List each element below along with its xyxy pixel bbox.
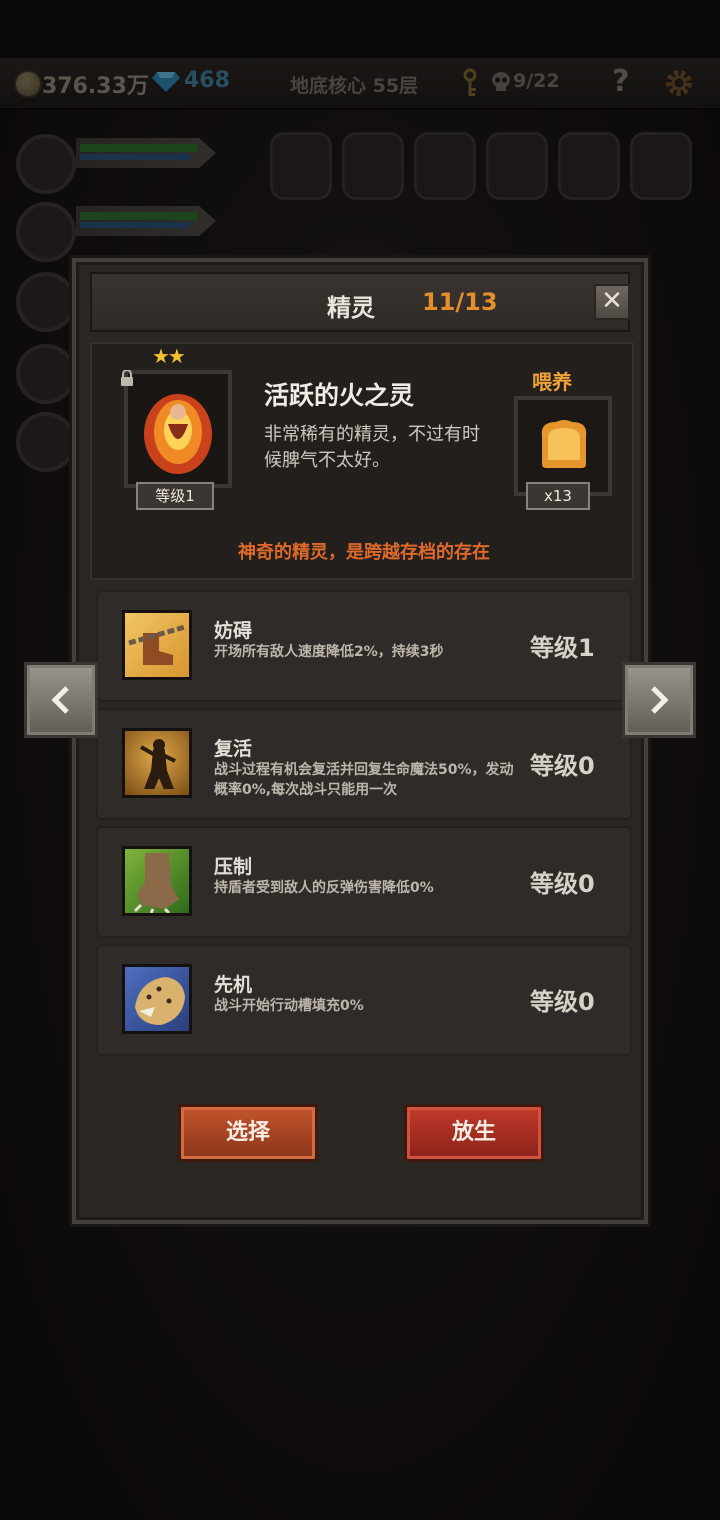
spirit-flavor-text: 神奇的精灵，是跨越存档的存在: [238, 542, 490, 563]
feed-label: 喂养: [532, 370, 572, 394]
hero-slot-add: [16, 272, 76, 332]
equipment-slot: [270, 132, 332, 200]
gem-amount: 468: [184, 68, 230, 93]
key-icon: [463, 68, 477, 96]
floor-label: 地底核心 55层: [290, 75, 419, 97]
chevron-right-icon: [651, 686, 669, 714]
skill-description: 开场所有敌人速度降低2%，持续3秒: [214, 644, 444, 660]
hero-slot-locked: [16, 412, 76, 472]
lock-icon[interactable]: [120, 370, 134, 386]
hero-slot-locked: [16, 344, 76, 404]
skill-name: 压制: [214, 856, 253, 878]
previous-spirit-button[interactable]: [24, 662, 98, 738]
release-button[interactable]: 放生: [404, 1104, 544, 1162]
equipment-slot: [414, 132, 476, 200]
equipment-slot: [630, 132, 692, 200]
skill-level: 等级0: [530, 988, 595, 1016]
bread-icon: [541, 420, 587, 468]
spirit-name: 活跃的火之灵: [264, 381, 415, 410]
feed-item-count: x13: [526, 482, 590, 510]
spirit-level-badge: 等级1: [136, 482, 214, 510]
dialog-header: 精灵 11/13 ✕: [90, 272, 630, 332]
next-spirit-button[interactable]: [622, 662, 696, 738]
skill-description: 持盾者受到敌人的反弹伤害降低0%: [214, 880, 434, 896]
skill-description: 战斗开始行动槽填充0%: [214, 998, 364, 1014]
skull-icon: [492, 72, 510, 91]
equipment-slot: [486, 132, 548, 200]
skill-level: 等级0: [530, 870, 595, 898]
resource-bar: 376.33万 468 地底核心 55层 9/22 ?: [0, 58, 720, 110]
feed-button[interactable]: [514, 396, 612, 496]
star-rating: ★★: [152, 344, 186, 368]
hero-avatar: [16, 202, 76, 262]
skill-name: 复活: [214, 738, 253, 760]
skill-description: 战斗过程有机会复活并回复生命魔法50%，发动概率0%,每次战斗只能用一次: [214, 762, 514, 798]
skull-count: 9/22: [513, 70, 560, 92]
skill-name: 先机: [214, 974, 253, 996]
equipment-slot: [342, 132, 404, 200]
skill-row: 妨碍 开场所有敌人速度降低2%，持续3秒 等级1: [96, 590, 632, 702]
dialog-title: 精灵: [327, 294, 375, 322]
leopard-icon: [122, 964, 192, 1034]
spirit-count: 11/13: [422, 288, 498, 316]
hero-health-bar: [76, 138, 216, 168]
chain-boot-icon: [122, 610, 192, 680]
skill-row: 复活 战斗过程有机会复活并回复生命魔法50%，发动概率0%,每次战斗只能用一次 …: [96, 708, 632, 820]
equipment-slot: [558, 132, 620, 200]
close-button[interactable]: ✕: [594, 284, 630, 320]
skill-name: 妨碍: [214, 620, 253, 642]
skill-row: 压制 持盾者受到敌人的反弹伤害降低0% 等级0: [96, 826, 632, 938]
help-icon[interactable]: ?: [612, 64, 629, 99]
revive-figure-icon: [122, 728, 192, 798]
skill-row: 先机 战斗开始行动槽填充0% 等级0: [96, 944, 632, 1056]
gold-amount: 376.33万: [42, 74, 149, 99]
gear-icon[interactable]: [664, 68, 694, 98]
fire-spirit-image: [144, 394, 212, 474]
spirit-info-panel: ★★ 等级1 活跃的火之灵 非常稀有的精灵，不过有时候脾气不太好。 喂养 x13…: [90, 342, 634, 580]
beast-claw-icon: [122, 846, 192, 916]
hero-health-bar: [76, 206, 216, 236]
select-button[interactable]: 选择: [178, 1104, 318, 1162]
spirit-dialog: 精灵 11/13 ✕ ★★ 等级1 活跃的火之灵 非常稀有的精灵，不过有时候脾气…: [72, 258, 648, 1224]
skill-level: 等级1: [530, 634, 595, 662]
chevron-left-icon: [51, 686, 69, 714]
diamond-icon: [152, 72, 180, 92]
hero-slot-add: [16, 134, 76, 194]
spirit-description: 非常稀有的精灵，不过有时候脾气不太好。: [264, 424, 480, 471]
skill-level: 等级0: [530, 752, 595, 780]
coin-icon: [14, 70, 42, 98]
spirit-portrait[interactable]: [124, 370, 232, 488]
